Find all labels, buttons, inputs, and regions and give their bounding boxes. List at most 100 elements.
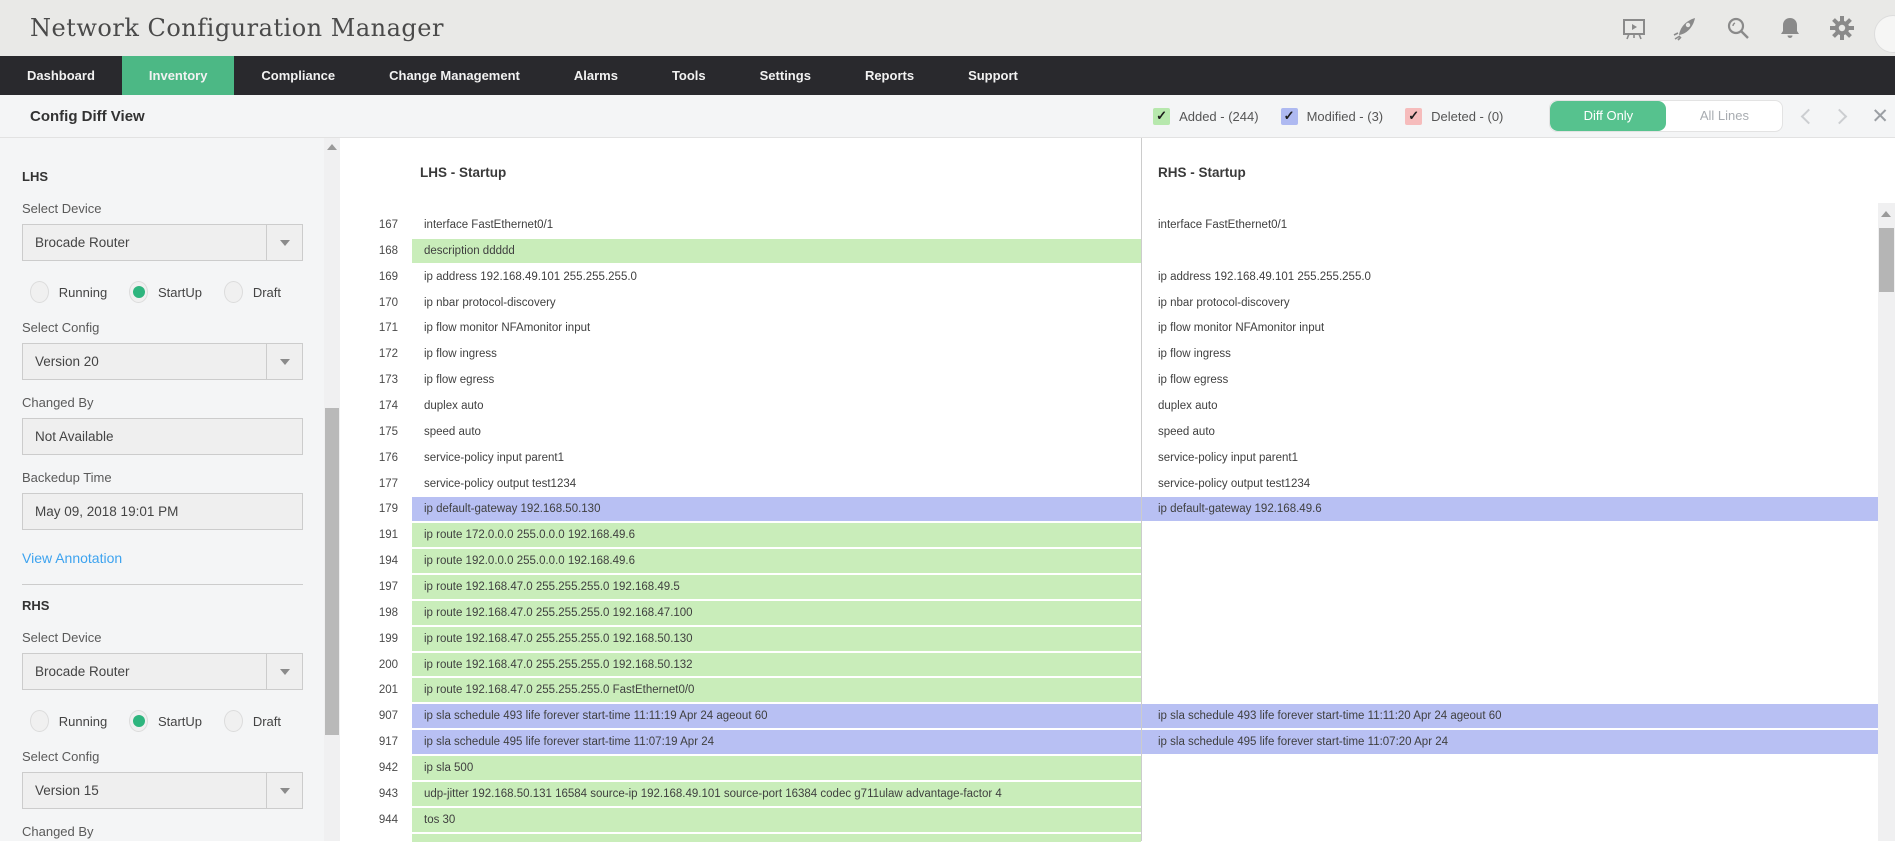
nav-item-tools[interactable]: Tools bbox=[645, 56, 733, 95]
line-number: 944 bbox=[340, 807, 412, 833]
scroll-up-arrow-icon[interactable] bbox=[1881, 211, 1891, 217]
diff-row: 201ip route 192.168.47.0 255.255.255.0 F… bbox=[340, 677, 1878, 703]
rhs-line: interface FastEthernet0/1 bbox=[1142, 212, 1878, 238]
filter-added[interactable]: ✓ Added - (244) bbox=[1153, 108, 1259, 125]
rhs-line: ip flow monitor NFAmonitor input bbox=[1142, 315, 1878, 341]
lhs-config-value: Version 20 bbox=[23, 354, 266, 369]
nav-item-alarms[interactable]: Alarms bbox=[547, 56, 645, 95]
chevron-down-icon[interactable] bbox=[266, 344, 302, 379]
diff-row: 200ip route 192.168.47.0 255.255.255.0 1… bbox=[340, 652, 1878, 678]
line-number: 200 bbox=[340, 652, 412, 678]
deleted-checkbox[interactable]: ✓ bbox=[1405, 108, 1422, 125]
nav-item-dashboard[interactable]: Dashboard bbox=[0, 56, 122, 95]
rocket-icon[interactable] bbox=[1673, 15, 1699, 41]
line-number: 169 bbox=[340, 264, 412, 290]
diff-row: 191ip route 172.0.0.0 255.0.0.0 192.168.… bbox=[340, 522, 1878, 548]
lhs-backedup-time-field[interactable]: May 09, 2018 19:01 PM bbox=[22, 493, 303, 530]
chevron-left-icon[interactable] bbox=[1801, 108, 1817, 124]
rhs-select-device-label: Select Device bbox=[22, 630, 303, 645]
diff-only-button[interactable]: Diff Only bbox=[1550, 101, 1666, 131]
lhs-startup-radio[interactable] bbox=[129, 281, 148, 303]
lhs-line: udp-jitter 192.168.50.131 16584 source-i… bbox=[412, 781, 1141, 807]
filter-deleted[interactable]: ✓ Deleted - (0) bbox=[1405, 108, 1503, 125]
diff-row: 944tos 30 bbox=[340, 807, 1878, 833]
nav-item-compliance[interactable]: Compliance bbox=[234, 56, 362, 95]
rhs-line: ip flow ingress bbox=[1142, 341, 1878, 367]
line-number: 197 bbox=[340, 574, 412, 600]
nav-item-settings[interactable]: Settings bbox=[733, 56, 838, 95]
rhs-device-dropdown[interactable]: Brocade Router bbox=[22, 653, 303, 690]
lhs-device-dropdown[interactable]: Brocade Router bbox=[22, 224, 303, 261]
sidebar-divider bbox=[22, 584, 303, 585]
scroll-up-arrow-icon[interactable] bbox=[327, 144, 337, 150]
diff-row: 198ip route 192.168.47.0 255.255.255.0 1… bbox=[340, 600, 1878, 626]
diff-row: 177service-policy output test1234service… bbox=[340, 471, 1878, 497]
line-number bbox=[340, 833, 412, 842]
main-nav: DashboardInventoryComplianceChange Manag… bbox=[0, 56, 1895, 95]
chevron-down-icon[interactable] bbox=[266, 773, 302, 808]
rhs-startup-radio[interactable] bbox=[129, 710, 148, 732]
nav-item-inventory[interactable]: Inventory bbox=[122, 56, 235, 95]
rhs-pane-header: RHS - Startup bbox=[1158, 165, 1246, 180]
app-title: Network Configuration Manager bbox=[30, 14, 444, 42]
line-number: 177 bbox=[340, 471, 412, 497]
lhs-running-radio[interactable] bbox=[30, 281, 49, 303]
rhs-running-radio[interactable] bbox=[30, 710, 49, 732]
diff-row: 168description ddddd bbox=[340, 238, 1878, 264]
view-annotation-link[interactable]: View Annotation bbox=[22, 550, 122, 566]
rhs-line bbox=[1142, 238, 1878, 264]
diff-scrollbar[interactable] bbox=[1878, 203, 1895, 841]
rhs-changed-by-label: Changed By bbox=[22, 824, 303, 839]
sidebar-scrollbar-thumb[interactable] bbox=[325, 408, 339, 735]
rhs-line bbox=[1142, 781, 1878, 807]
diff-row: 907ip sla schedule 493 life forever star… bbox=[340, 703, 1878, 729]
rhs-device-value: Brocade Router bbox=[23, 664, 266, 679]
rhs-line bbox=[1142, 522, 1878, 548]
rhs-line: ip nbar protocol-discovery bbox=[1142, 290, 1878, 316]
search-icon[interactable] bbox=[1725, 15, 1751, 41]
gear-icon[interactable] bbox=[1829, 15, 1855, 41]
bell-icon[interactable] bbox=[1777, 15, 1803, 41]
lhs-line: ip flow monitor NFAmonitor input bbox=[412, 315, 1141, 341]
rhs-line bbox=[1142, 652, 1878, 678]
lhs-changed-by-field[interactable]: Not Available bbox=[22, 418, 303, 455]
rhs-line bbox=[1142, 626, 1878, 652]
diff-row: 197ip route 192.168.47.0 255.255.255.0 1… bbox=[340, 574, 1878, 600]
rhs-config-dropdown[interactable]: Version 15 bbox=[22, 772, 303, 809]
modified-label: Modified - (3) bbox=[1307, 109, 1384, 124]
rhs-line bbox=[1142, 548, 1878, 574]
diff-rows: 167interface FastEthernet0/1interface Fa… bbox=[340, 212, 1878, 842]
chevron-right-icon[interactable] bbox=[1832, 108, 1848, 124]
rhs-line bbox=[1142, 755, 1878, 781]
chevron-down-icon[interactable] bbox=[266, 225, 302, 260]
line-number: 168 bbox=[340, 238, 412, 264]
nav-item-change-management[interactable]: Change Management bbox=[362, 56, 547, 95]
diff-row: 179ip default-gateway 192.168.50.130ip d… bbox=[340, 496, 1878, 522]
diff-row bbox=[340, 833, 1878, 842]
filter-modified[interactable]: ✓ Modified - (3) bbox=[1281, 108, 1384, 125]
diff-scrollbar-thumb[interactable] bbox=[1879, 228, 1894, 292]
rhs-draft-radio[interactable] bbox=[224, 710, 243, 732]
lhs-line: description ddddd bbox=[412, 238, 1141, 264]
line-number: 917 bbox=[340, 729, 412, 755]
sidebar-scrollbar[interactable] bbox=[324, 138, 340, 841]
all-lines-button[interactable]: All Lines bbox=[1666, 101, 1782, 131]
lhs-line: ip route 192.168.47.0 255.255.255.0 192.… bbox=[412, 626, 1141, 652]
chevron-down-icon[interactable] bbox=[266, 654, 302, 689]
lhs-line: ip route 172.0.0.0 255.0.0.0 192.168.49.… bbox=[412, 522, 1141, 548]
lhs-config-dropdown[interactable]: Version 20 bbox=[22, 343, 303, 380]
nav-item-support[interactable]: Support bbox=[941, 56, 1045, 95]
lhs-line: duplex auto bbox=[412, 393, 1141, 419]
diff-row: 170ip nbar protocol-discoveryip nbar pro… bbox=[340, 290, 1878, 316]
lhs-device-value: Brocade Router bbox=[23, 235, 266, 250]
rhs-line: ip sla schedule 493 life forever start-t… bbox=[1142, 703, 1878, 729]
nav-item-reports[interactable]: Reports bbox=[838, 56, 941, 95]
lhs-line: tos 30 bbox=[412, 807, 1141, 833]
close-icon[interactable]: ✕ bbox=[1871, 106, 1889, 127]
presentation-icon[interactable] bbox=[1621, 15, 1647, 41]
avatar[interactable] bbox=[1874, 15, 1895, 53]
modified-checkbox[interactable]: ✓ bbox=[1281, 108, 1298, 125]
lhs-draft-radio[interactable] bbox=[224, 281, 243, 303]
added-checkbox[interactable]: ✓ bbox=[1153, 108, 1170, 125]
lhs-line: ip flow egress bbox=[412, 367, 1141, 393]
